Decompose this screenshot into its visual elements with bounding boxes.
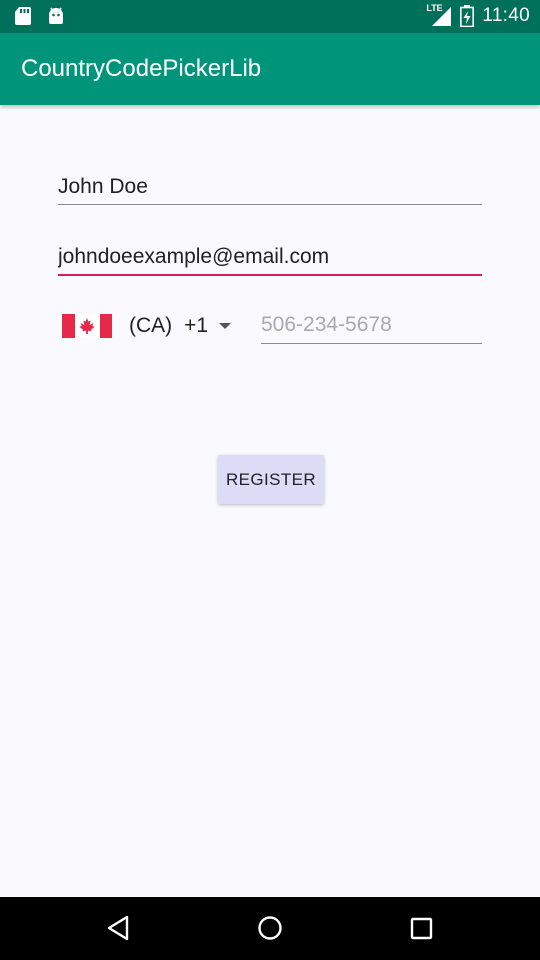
phone-field[interactable] (261, 310, 482, 344)
app-title: CountryCodePickerLib (21, 55, 262, 82)
dial-code-label: +1 (184, 314, 209, 337)
dropdown-arrow-icon[interactable] (218, 322, 232, 330)
phone-underline (261, 343, 482, 344)
email-field[interactable] (58, 242, 482, 277)
maple-leaf-icon (79, 317, 95, 335)
name-underline (58, 204, 482, 205)
navigation-bar (0, 897, 540, 960)
recents-icon[interactable] (410, 917, 433, 940)
status-bar: LTE 11:40 (0, 0, 540, 33)
status-time: 11:40 (482, 5, 530, 26)
signal-icon: LTE (426, 3, 452, 27)
status-system-icons: LTE 11:40 (426, 3, 530, 27)
home-icon[interactable] (257, 915, 283, 941)
name-field[interactable] (58, 172, 482, 206)
battery-icon (460, 5, 475, 27)
app-bar: CountryCodePickerLib (0, 33, 540, 105)
register-button[interactable]: REGISTER (218, 455, 324, 504)
email-input[interactable] (58, 242, 482, 272)
status-notifications (14, 6, 66, 26)
country-code-label: (CA) (129, 314, 173, 337)
name-input[interactable] (58, 172, 482, 202)
email-underline (58, 274, 482, 276)
back-icon[interactable] (106, 915, 130, 941)
phone-input[interactable] (261, 310, 482, 340)
canada-flag-icon (62, 314, 112, 338)
sd-card-icon (15, 7, 31, 25)
android-icon (49, 7, 63, 24)
country-code-picker[interactable]: (CA) +1 (62, 309, 232, 343)
